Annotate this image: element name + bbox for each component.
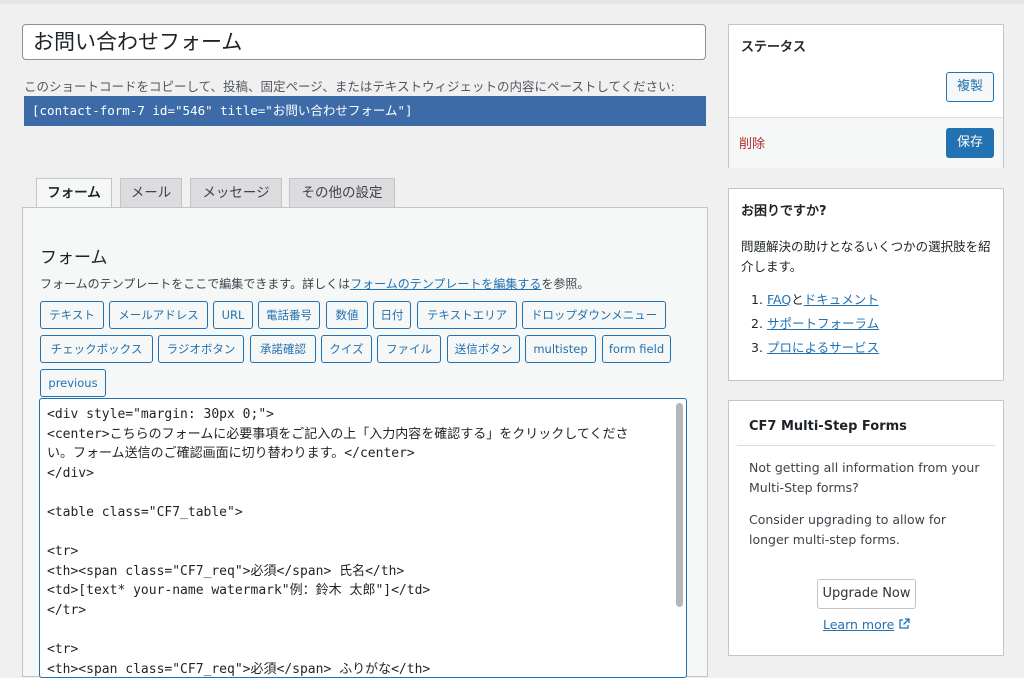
tag-button-multistep[interactable]: multistep <box>525 335 596 363</box>
help-item: 2. サポートフォーラム <box>751 312 879 336</box>
tag-button-submit[interactable]: 送信ボタン <box>447 335 520 363</box>
help-item-number: 1. <box>751 292 763 307</box>
help-list: 1. FAQとドキュメント 2. サポートフォーラム 3. プロによるサービス <box>751 288 879 360</box>
upgrade-now-button[interactable]: Upgrade Now <box>817 579 916 609</box>
shortcode-description: このショートコードをコピーして、投稿、固定ページ、またはテキストウィジェットの内… <box>24 79 675 94</box>
status-box: ステータス 複製 削除 保存 <box>728 24 1004 168</box>
help-text: 問題解決の助けとなるいくつかの選択肢を紹介します。 <box>741 239 991 274</box>
help-item-number: 2. <box>751 316 763 331</box>
panel-desc-suffix: を参照。 <box>541 277 590 291</box>
tag-button-date[interactable]: 日付 <box>373 301 411 329</box>
tag-button-textarea[interactable]: テキストエリア <box>417 301 517 329</box>
edit-template-link[interactable]: フォームのテンプレートを編集する <box>350 277 541 291</box>
multistep-title: CF7 Multi-Step Forms <box>749 419 907 434</box>
code-line: い。フォーム送信のご確認画面に切り替わります。</center> <box>47 446 415 462</box>
delete-link[interactable]: 削除 <box>739 133 765 152</box>
panel-desc-text: フォームのテンプレートをここで編集できます。詳しくは <box>40 277 351 291</box>
code-line: <table class="CF7_table"> <box>47 504 243 520</box>
save-button[interactable]: 保存 <box>946 128 994 158</box>
multistep-text-1: Not getting all information from your Mu… <box>749 460 980 495</box>
divider <box>737 445 995 446</box>
external-link-icon <box>899 618 910 629</box>
tag-button-text[interactable]: テキスト <box>40 301 104 329</box>
tag-button-quiz[interactable]: クイズ <box>321 335 372 363</box>
form-panel: フォーム フォームのテンプレートをここで編集できます。詳しくはフォームのテンプレ… <box>22 207 708 678</box>
panel-description: フォームのテンプレートをここで編集できます。詳しくはフォームのテンプレートを編集… <box>40 275 589 292</box>
multistep-promo-box: CF7 Multi-Step Forms Not getting all inf… <box>728 400 1004 656</box>
help-title: お困りですか? <box>741 204 827 219</box>
tab-messages[interactable]: メッセージ <box>190 178 282 208</box>
code-line: <center>こちらのフォームに必要事項をご記入の上「入力内容を確認する」をク… <box>47 426 629 442</box>
status-actions: 削除 保存 <box>729 117 1003 168</box>
code-line: <td>[text* your-name watermark"例：鈴木 太郎"]… <box>47 583 431 599</box>
tag-button-number[interactable]: 数値 <box>326 301 368 329</box>
code-line: <div style="margin: 30px 0;"> <box>47 407 274 422</box>
editor-scrollbar[interactable] <box>676 403 683 607</box>
status-title: ステータス <box>741 40 807 55</box>
top-border <box>0 0 1024 4</box>
help-item-number: 3. <box>751 340 763 355</box>
panel-title: フォーム <box>40 248 108 268</box>
tag-button-url[interactable]: URL <box>213 301 253 329</box>
learn-more-row: Learn more <box>823 617 910 632</box>
code-line: </tr> <box>47 602 87 618</box>
help-item: 1. FAQとドキュメント <box>751 288 879 312</box>
tag-button-form-field[interactable]: form field <box>602 335 671 363</box>
tag-button-email[interactable]: メールアドレス <box>109 301 208 329</box>
tab-additional-settings[interactable]: その他の設定 <box>289 178 395 208</box>
code-line: <tr> <box>47 544 79 560</box>
tag-button-radio[interactable]: ラジオボタン <box>158 335 244 363</box>
code-line: <th><span class="CF7_req">必須</span> 氏名</… <box>47 563 405 579</box>
tag-button-dropdown[interactable]: ドロップダウンメニュー <box>522 301 666 329</box>
tag-button-file[interactable]: ファイル <box>377 335 441 363</box>
code-line: </div> <box>47 465 94 481</box>
tag-button-checkbox[interactable]: チェックボックス <box>40 335 153 363</box>
faq-link[interactable]: FAQ <box>767 292 791 307</box>
learn-more-link[interactable]: Learn more <box>823 617 894 632</box>
help-box: お困りですか? 問題解決の助けとなるいくつかの選択肢を紹介します。 1. FAQと… <box>728 188 1004 381</box>
form-title-input[interactable]: お問い合わせフォーム <box>22 24 706 60</box>
tag-button-acceptance[interactable]: 承諾確認 <box>250 335 316 363</box>
duplicate-button[interactable]: 複製 <box>946 72 994 102</box>
pro-services-link[interactable]: プロによるサービス <box>767 340 879 355</box>
shortcode-field[interactable]: [contact-form-7 id="546" title="お問い合わせフォ… <box>24 96 706 126</box>
tab-form[interactable]: フォーム <box>36 178 112 209</box>
form-template-textarea[interactable]: <div style="margin: 30px 0;"> <center>こち… <box>39 398 687 678</box>
tag-button-previous[interactable]: previous <box>40 369 106 397</box>
support-forum-link[interactable]: サポートフォーラム <box>767 316 879 331</box>
help-item: 3. プロによるサービス <box>751 336 879 360</box>
code-content: <div style="margin: 30px 0;"> <center>こち… <box>47 405 665 677</box>
tag-button-tel[interactable]: 電話番号 <box>258 301 320 329</box>
multistep-text-2: Consider upgrading to allow for longer m… <box>749 512 947 547</box>
tab-mail[interactable]: メール <box>120 178 182 208</box>
docs-link[interactable]: ドキュメント <box>804 292 879 307</box>
help-item-joiner: と <box>791 292 804 307</box>
code-line: <tr> <box>47 642 79 658</box>
